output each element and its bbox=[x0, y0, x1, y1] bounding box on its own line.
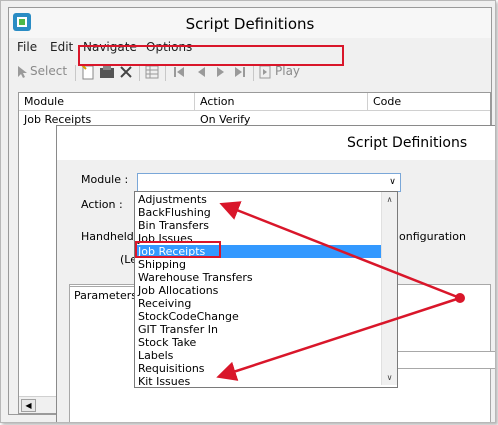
annotation-arrows bbox=[216, 201, 465, 381]
arrow-to-kit-issues bbox=[216, 296, 461, 381]
arrow-origin-dot bbox=[455, 293, 465, 303]
arrow-to-adjustments bbox=[219, 201, 461, 300]
